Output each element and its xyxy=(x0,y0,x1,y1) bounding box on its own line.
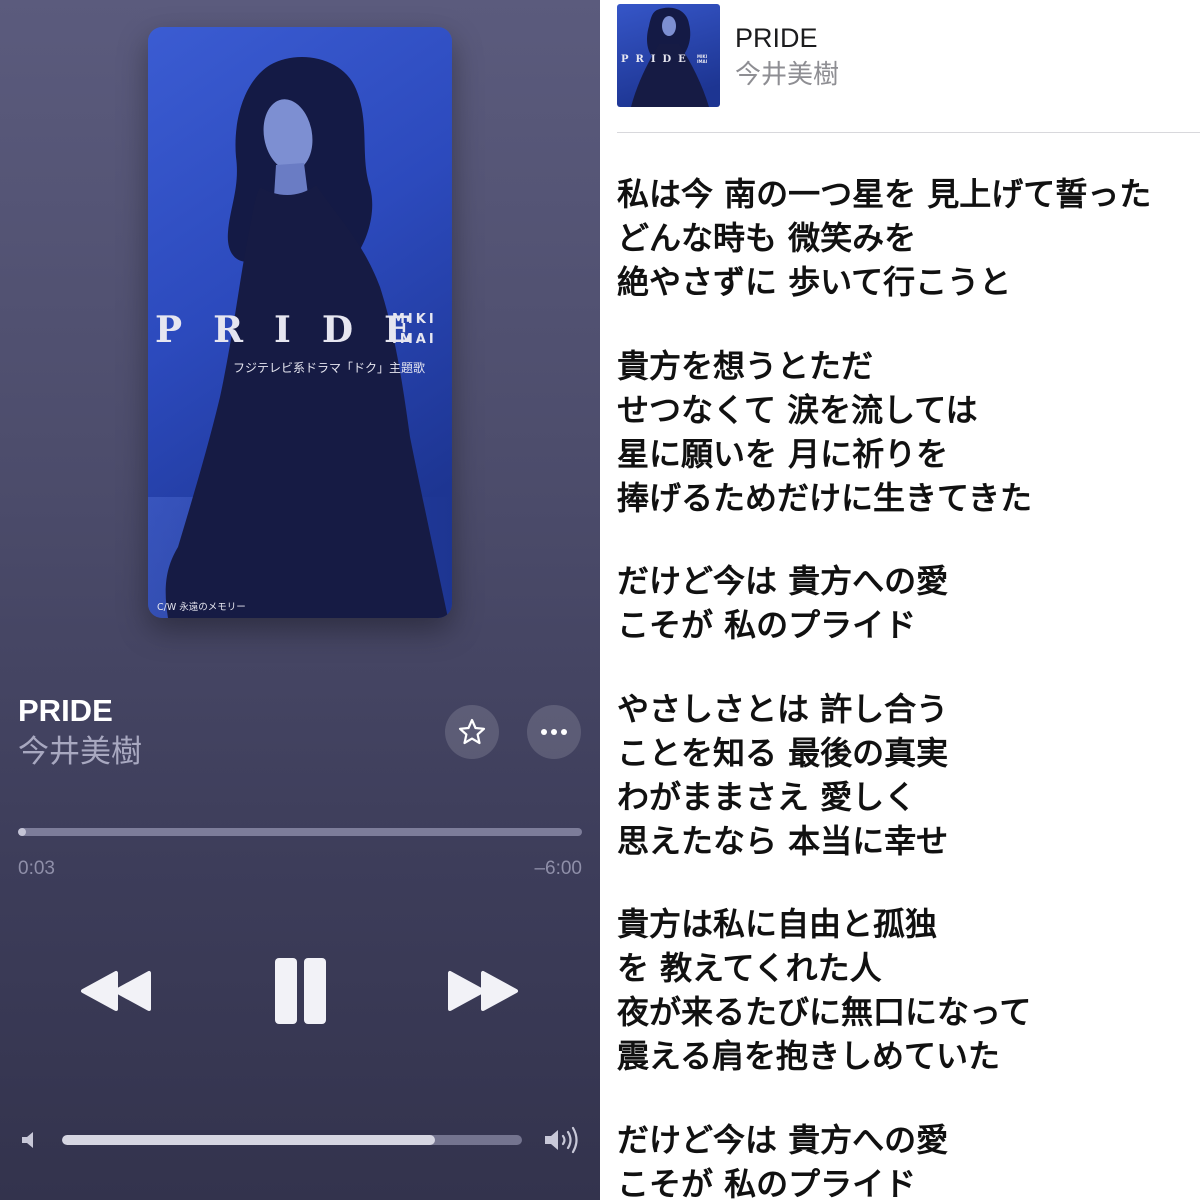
album-cover-image: PRIDE MIKI IMAI フジテレビ系ドラマ「ドク」主題歌 C/W 永遠の… xyxy=(148,27,452,618)
play-pause-button[interactable] xyxy=(268,952,332,1030)
pause-icon xyxy=(275,958,326,1024)
lyrics-stanza: 貴方を想うとただ せつなくて 涙を流しては 星に願いを 月に祈りを 捧げるためだ… xyxy=(617,344,1200,520)
elapsed-time: 0:03 xyxy=(18,858,55,879)
star-icon xyxy=(458,718,486,745)
lyric-line: 思えたなら 本当に幸せ xyxy=(617,821,949,860)
track-artist[interactable]: 今井美樹 xyxy=(18,734,142,770)
volume-level-fill xyxy=(62,1135,435,1145)
now-playing-panel: PRIDE MIKI IMAI フジテレビ系ドラマ「ドク」主題歌 C/W 永遠の… xyxy=(0,0,600,1200)
thumbnail-title-text: PRIDE xyxy=(621,54,693,65)
thumbnail-artist-last: IMAI xyxy=(697,59,708,64)
lyrics-stanza: だけど今は 貴方への愛 こそが 私のプライド xyxy=(617,559,1200,647)
playback-progress-fill xyxy=(18,828,26,836)
lyrics-stanza: やさしさとは 許し合う ことを知る 最後の真実 わがままさえ 愛しく 思えたなら… xyxy=(617,687,1200,863)
lyric-line: どんな時も 微笑みを xyxy=(617,219,917,257)
album-thumbnail-image: PRIDE MIKI IMAI xyxy=(617,4,720,107)
album-thumbnail: PRIDE MIKI IMAI xyxy=(617,4,720,107)
lyrics-track-title: PRIDE xyxy=(735,23,818,53)
album-artwork: PRIDE MIKI IMAI フジテレビ系ドラマ「ドク」主題歌 C/W 永遠の… xyxy=(148,27,452,618)
lyric-line: を 教えてくれた人 xyxy=(617,949,882,987)
more-options-button[interactable] xyxy=(527,705,581,759)
lyric-line: 絶やさずに 歩いて行こうと xyxy=(617,263,1012,301)
lyric-line: やさしさとは 許し合う xyxy=(617,689,949,728)
remaining-time: –6:00 xyxy=(534,858,582,879)
lyrics-track-artist: 今井美樹 xyxy=(735,60,840,90)
favorite-button[interactable] xyxy=(445,705,499,759)
figure-neck xyxy=(274,163,308,197)
lyric-line: 夜が来るたびに無口になって xyxy=(617,993,1032,1031)
header-divider xyxy=(617,132,1200,133)
lyric-line: こそが 私のプライド xyxy=(617,1164,917,1200)
volume-min-indicator xyxy=(18,1128,42,1152)
volume-max-indicator xyxy=(542,1126,582,1154)
lyric-line: こそが 私のプライド xyxy=(617,606,917,644)
rewind-icon xyxy=(81,971,151,1011)
lyric-line: だけど今は 貴方への愛 xyxy=(617,562,949,600)
album-art-coupling: C/W 永遠のメモリー xyxy=(157,601,246,613)
volume-slider[interactable] xyxy=(62,1135,522,1145)
playback-scrubber[interactable] xyxy=(18,828,582,836)
lyric-line: 私は今 南の一つ星を 見上げて誓った xyxy=(617,175,1152,213)
volume-low-icon xyxy=(22,1132,33,1148)
lyric-line: だけど今は 貴方への愛 xyxy=(617,1120,949,1159)
lyric-line: わがままさえ 愛しく xyxy=(617,777,917,816)
lyrics-body: 私は今 南の一つ星を 見上げて誓った どんな時も 微笑みを 絶やさずに 歩いて行… xyxy=(617,172,1200,1200)
lyric-line: 捧げるためだけに生きてきた xyxy=(617,478,1033,517)
lyric-line: 震える肩を抱きしめていた xyxy=(617,1037,1001,1075)
lyric-line: せつなくて 涙を流しては xyxy=(617,390,978,429)
lyric-line: ことを知る 最後の真実 xyxy=(617,733,949,772)
lyrics-stanza: だけど今は 貴方への愛 こそが 私のプライド xyxy=(617,1118,1200,1200)
album-art-artist-first: MIKI xyxy=(392,312,437,327)
album-art-artist-last: IMAI xyxy=(392,332,437,347)
lyrics-stanza: 私は今 南の一つ星を 見上げて誓った どんな時も 微笑みを 絶やさずに 歩いて行… xyxy=(617,172,1200,304)
lyrics-stanza: 貴方は私に自由と孤独 を 教えてくれた人 夜が来るたびに無口になって 震える肩を… xyxy=(617,902,1200,1078)
album-art-tagline: フジテレビ系ドラマ「ドク」主題歌 xyxy=(233,360,425,375)
next-track-button[interactable] xyxy=(445,965,521,1017)
lyric-line: 貴方は私に自由と孤独 xyxy=(617,905,938,943)
more-icon xyxy=(541,729,567,735)
track-title: PRIDE xyxy=(18,693,113,728)
lyric-line: 貴方を想うとただ xyxy=(617,346,874,385)
volume-high-icon xyxy=(545,1126,578,1154)
previous-track-button[interactable] xyxy=(78,965,154,1017)
forward-icon xyxy=(448,971,518,1011)
lyric-line: 星に願いを 月に祈りを xyxy=(617,434,949,473)
lyrics-panel: PRIDE MIKI IMAI PRIDE 今井美樹 私は今 南の一つ星を 見上… xyxy=(600,0,1200,1200)
